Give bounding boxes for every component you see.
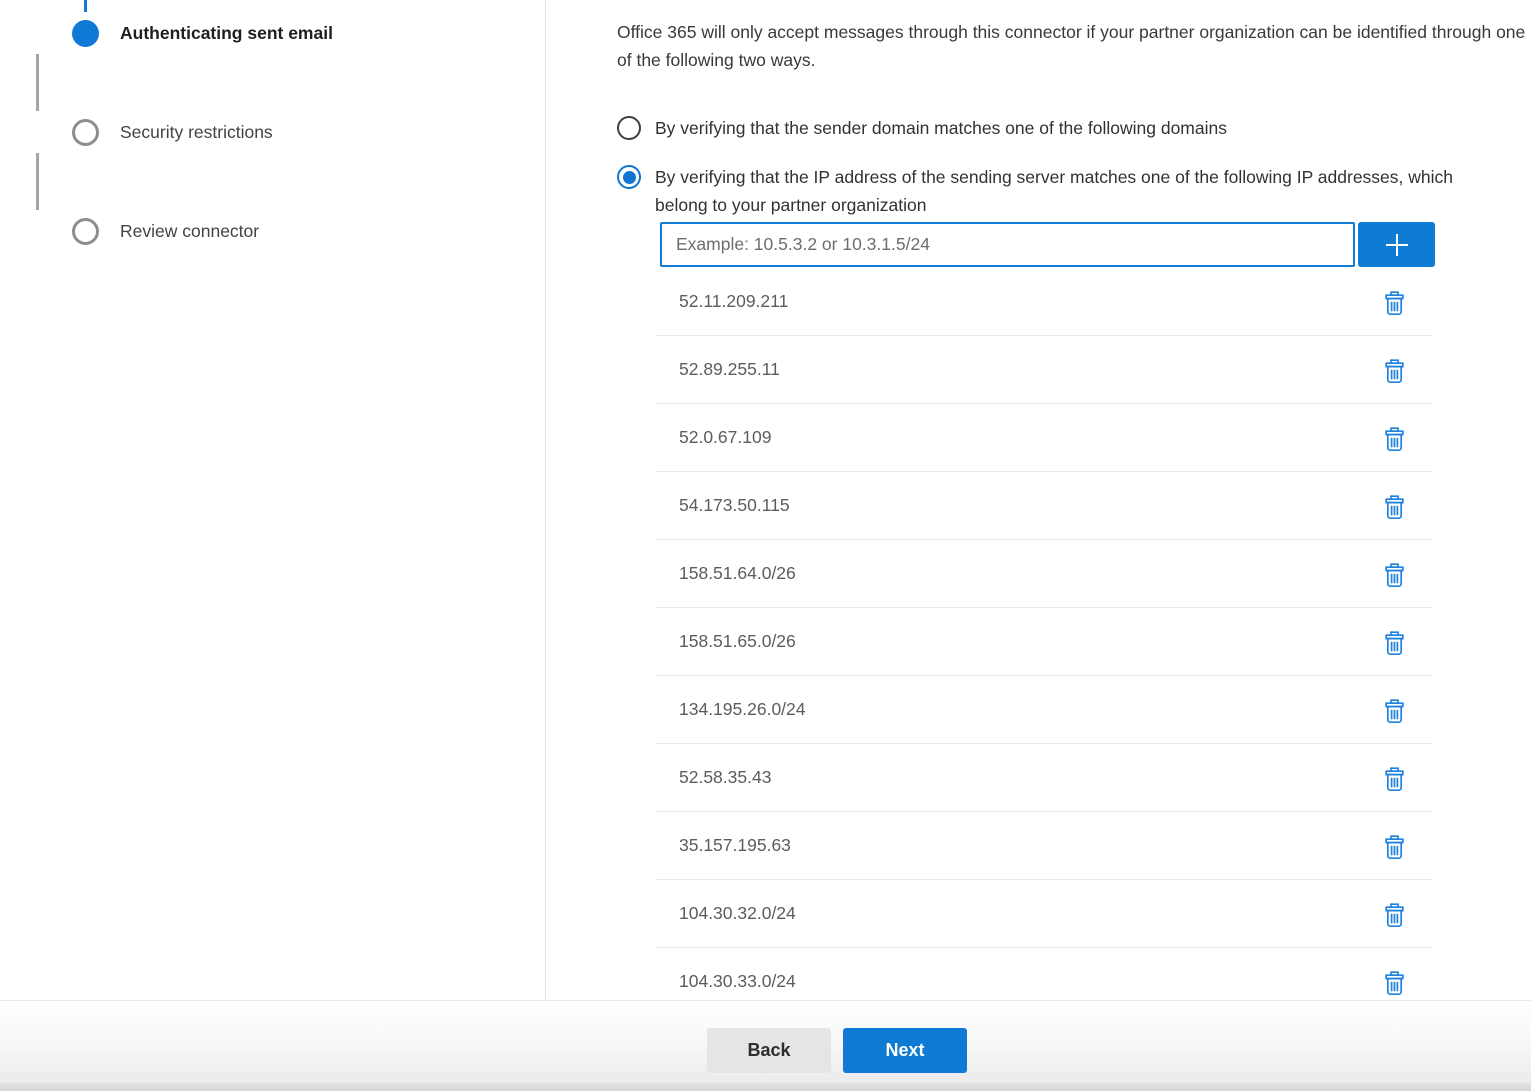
bottom-edge-strip <box>0 1083 1531 1091</box>
delete-ip-button[interactable] <box>1380 967 1408 997</box>
option-label: By verifying that the IP address of the … <box>655 163 1467 219</box>
trash-icon <box>1383 560 1406 588</box>
ip-address-row: 35.157.195.63 <box>656 812 1432 880</box>
option-verify-sender-domain[interactable]: By verifying that the sender domain matc… <box>617 114 1517 142</box>
ip-address-list: 52.11.209.211 52.89.255.11 <box>656 268 1432 1000</box>
panel-description: Office 365 will only accept messages thr… <box>617 18 1531 74</box>
ip-address-input[interactable] <box>660 222 1355 267</box>
wizard-step-authenticating-sent-email[interactable]: Authenticating sent email <box>36 19 333 47</box>
step-idle-dot-icon <box>72 218 99 245</box>
add-ip-button[interactable] <box>1358 222 1435 267</box>
step-connector-line <box>36 153 39 210</box>
ip-address-row: 52.89.255.11 <box>656 336 1432 404</box>
wizard-step-review-connector[interactable]: Review connector <box>36 217 333 245</box>
radio-selected-icon[interactable] <box>617 165 641 189</box>
ip-address-row: 158.51.64.0/26 <box>656 540 1432 608</box>
next-button[interactable]: Next <box>843 1028 967 1073</box>
ip-address-text: 52.0.67.109 <box>679 427 1380 448</box>
ip-address-row: 104.30.33.0/24 <box>656 948 1432 1000</box>
wizard-footer: Back Next <box>0 1000 1531 1083</box>
ip-address-row: 54.173.50.115 <box>656 472 1432 540</box>
delete-ip-button[interactable] <box>1380 899 1408 929</box>
delete-ip-button[interactable] <box>1380 287 1408 317</box>
ip-address-text: 54.173.50.115 <box>679 495 1380 516</box>
trash-icon <box>1383 968 1406 996</box>
connector-wizard-page: Authenticating sent email Security restr… <box>0 0 1531 1091</box>
trash-icon <box>1383 424 1406 452</box>
wizard-steps-sidebar: Authenticating sent email Security restr… <box>0 0 546 1000</box>
ip-address-text: 35.157.195.63 <box>679 835 1380 856</box>
step-connector-line-completed <box>84 0 87 12</box>
ip-address-text: 104.30.32.0/24 <box>679 903 1380 924</box>
option-label: By verifying that the sender domain matc… <box>655 114 1227 142</box>
ip-address-text: 104.30.33.0/24 <box>679 971 1380 992</box>
wizard-step-label: Security restrictions <box>120 122 273 143</box>
radio-dot <box>623 171 636 184</box>
trash-icon <box>1383 696 1406 724</box>
wizard-step-label: Authenticating sent email <box>120 23 333 44</box>
ip-address-text: 158.51.64.0/26 <box>679 563 1380 584</box>
ip-address-row: 52.58.35.43 <box>656 744 1432 812</box>
ip-entry-row <box>660 222 1435 267</box>
back-button[interactable]: Back <box>707 1028 831 1073</box>
option-verify-ip-address[interactable]: By verifying that the IP address of the … <box>617 163 1517 219</box>
ip-address-text: 158.51.65.0/26 <box>679 631 1380 652</box>
trash-icon <box>1383 628 1406 656</box>
trash-icon <box>1383 288 1406 316</box>
ip-address-text: 52.58.35.43 <box>679 767 1380 788</box>
ip-address-row: 158.51.65.0/26 <box>656 608 1432 676</box>
plus-icon <box>1381 229 1413 261</box>
wizard-step-list: Authenticating sent email Security restr… <box>36 0 333 245</box>
trash-icon <box>1383 764 1406 792</box>
delete-ip-button[interactable] <box>1380 423 1408 453</box>
step-connector-line <box>36 54 39 111</box>
ip-address-row: 134.195.26.0/24 <box>656 676 1432 744</box>
ip-address-text: 134.195.26.0/24 <box>679 699 1380 720</box>
radio-unselected-icon[interactable] <box>617 116 641 140</box>
delete-ip-button[interactable] <box>1380 763 1408 793</box>
trash-icon <box>1383 900 1406 928</box>
ip-address-text: 52.89.255.11 <box>679 359 1380 380</box>
trash-icon <box>1383 492 1406 520</box>
ip-address-row: 52.11.209.211 <box>656 268 1432 336</box>
wizard-step-security-restrictions[interactable]: Security restrictions <box>36 118 333 146</box>
delete-ip-button[interactable] <box>1380 559 1408 589</box>
delete-ip-button[interactable] <box>1380 355 1408 385</box>
ip-address-row: 52.0.67.109 <box>656 404 1432 472</box>
ip-address-row: 104.30.32.0/24 <box>656 880 1432 948</box>
step-active-dot-icon <box>72 20 99 47</box>
trash-icon <box>1383 832 1406 860</box>
trash-icon <box>1383 356 1406 384</box>
ip-address-text: 52.11.209.211 <box>679 291 1380 312</box>
delete-ip-button[interactable] <box>1380 831 1408 861</box>
delete-ip-button[interactable] <box>1380 491 1408 521</box>
delete-ip-button[interactable] <box>1380 627 1408 657</box>
step-idle-dot-icon <box>72 119 99 146</box>
wizard-step-label: Review connector <box>120 221 259 242</box>
authenticating-sent-email-panel: Office 365 will only accept messages thr… <box>547 0 1531 1000</box>
delete-ip-button[interactable] <box>1380 695 1408 725</box>
